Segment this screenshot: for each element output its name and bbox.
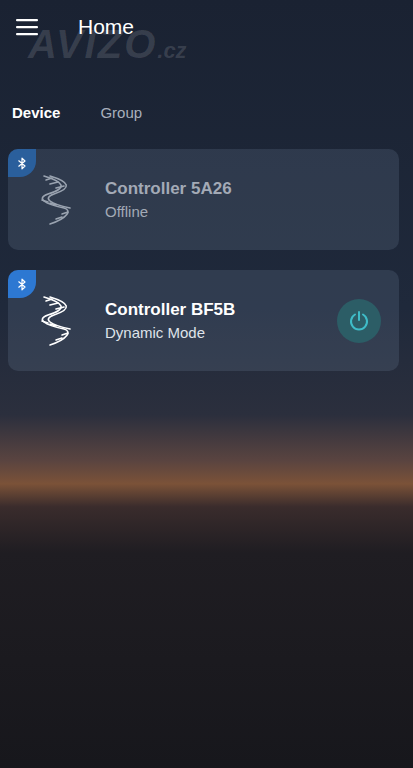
menu-button[interactable] (16, 18, 38, 36)
device-info: Controller BF5B Dynamic Mode (105, 300, 306, 341)
tab-bar: Device Group (0, 45, 413, 121)
device-card[interactable]: Controller BF5B Dynamic Mode (8, 270, 399, 371)
device-list: Controller 5A26 Offline Controller BF5B Dyn… (0, 121, 413, 371)
led-strip-icon (38, 174, 74, 226)
header: Home (0, 0, 413, 45)
bluetooth-icon (17, 157, 27, 170)
power-icon (347, 309, 371, 333)
background-photo (0, 0, 413, 768)
power-button[interactable] (337, 299, 381, 343)
device-name: Controller BF5B (105, 300, 306, 320)
device-info: Controller 5A26 Offline (105, 179, 381, 220)
tab[interactable]: Group (100, 104, 142, 121)
bluetooth-badge (8, 270, 36, 298)
bluetooth-badge (8, 149, 36, 177)
page-title: Home (78, 15, 134, 39)
bluetooth-icon (17, 278, 27, 291)
tab[interactable]: Device (12, 104, 60, 121)
device-card[interactable]: Controller 5A26 Offline (8, 149, 399, 250)
hamburger-icon (16, 18, 38, 36)
led-strip-icon (38, 295, 74, 347)
device-name: Controller 5A26 (105, 179, 381, 199)
app-screen: HomeAVIZO.czDeviceGroupController 5A26Of… (0, 0, 413, 768)
device-status: Dynamic Mode (105, 324, 306, 341)
device-status: Offline (105, 203, 381, 220)
